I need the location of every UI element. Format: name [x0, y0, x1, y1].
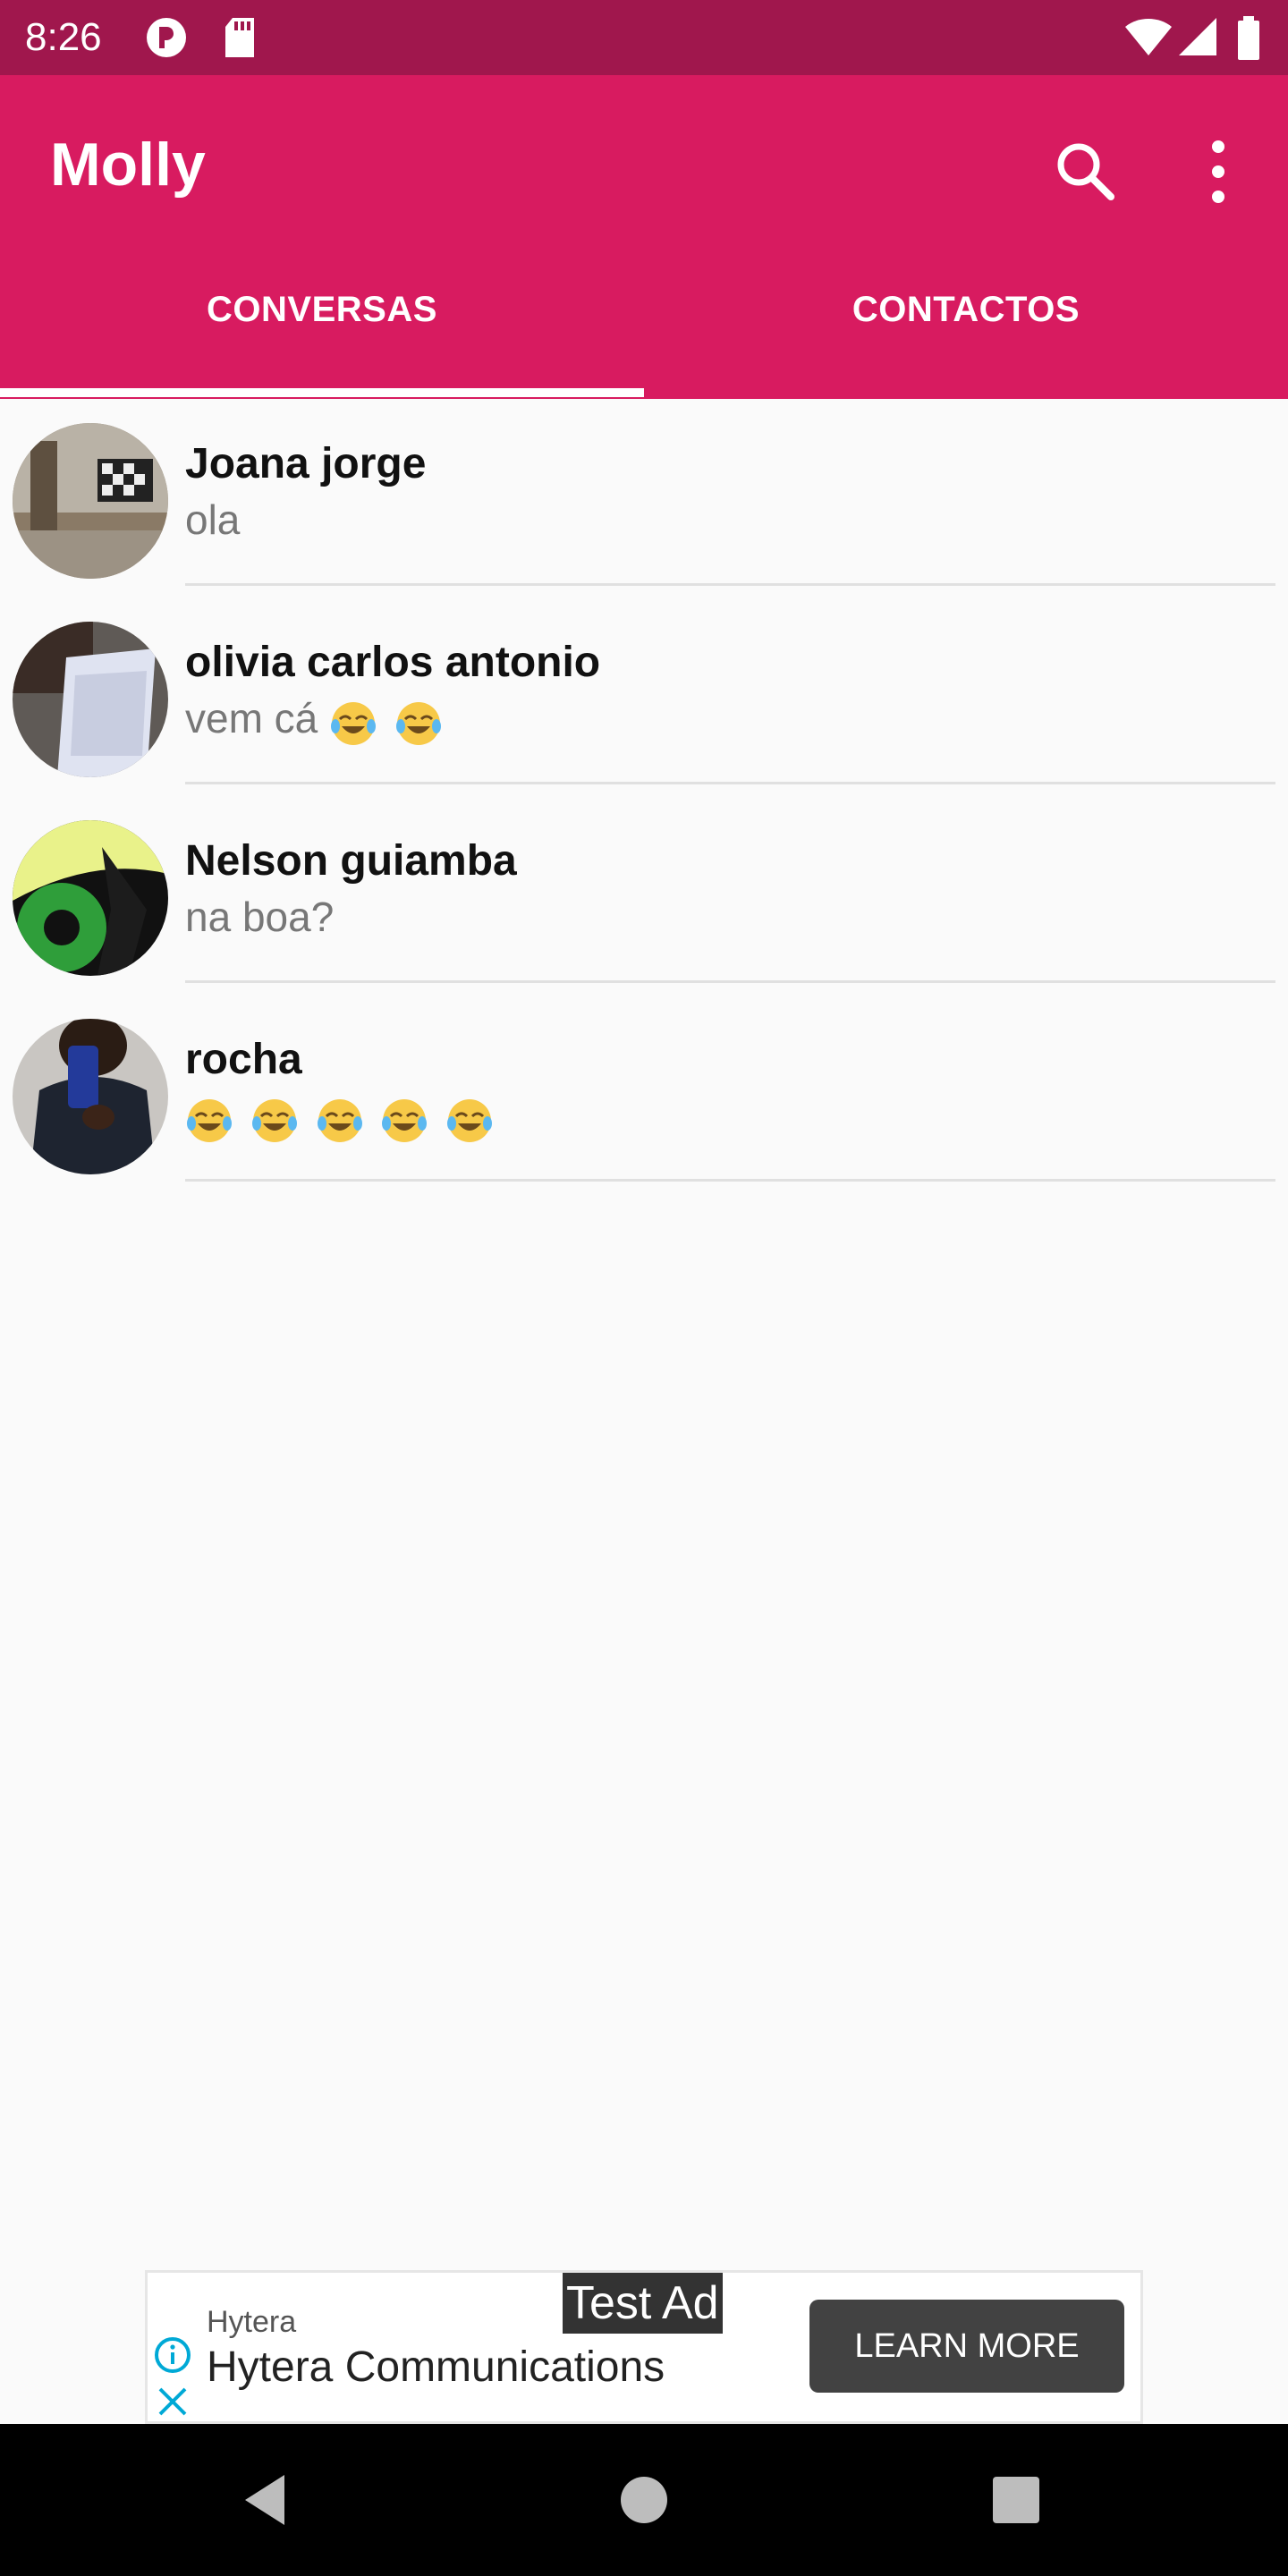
contact-name: olivia carlos antonio [185, 639, 601, 686]
message-preview-text: ola [185, 496, 241, 543]
more-vert-icon [1212, 140, 1224, 203]
wifi-icon [1123, 16, 1174, 64]
conversation-item-rocha[interactable]: rocha [0, 995, 1288, 1193]
ad-sponsor: Hytera [207, 2305, 297, 2339]
contact-name: Nelson guiamba [185, 837, 517, 885]
message-preview-text: vem cá [185, 695, 318, 741]
contact-name: Joana jorge [185, 440, 427, 487]
tab-indicator [0, 388, 644, 397]
emoji-row [185, 1093, 499, 1145]
message-preview: ola [185, 496, 240, 545]
home-button[interactable] [608, 2464, 680, 2536]
tab-contactos[interactable]: CONTACTOS [644, 259, 1288, 360]
ad-banner[interactable]: Test Ad Hytera Hytera Communications LEA… [145, 2270, 1143, 2424]
battery-icon [1236, 16, 1261, 65]
more-options-button[interactable] [1175, 129, 1261, 215]
sd-card-icon [222, 16, 258, 64]
back-icon [245, 2475, 284, 2525]
recents-icon [993, 2477, 1039, 2523]
close-icon[interactable] [153, 2382, 192, 2421]
divider [185, 583, 1275, 586]
emoji-row [329, 696, 448, 748]
search-icon [1057, 143, 1114, 200]
status-bar: 8:26 [0, 0, 1288, 75]
ad-test-label: Test Ad [563, 2273, 723, 2334]
message-preview: na boa? [185, 893, 334, 942]
notification-app-icon [143, 16, 190, 64]
message-preview-text: na boa? [185, 894, 335, 940]
avatar [13, 423, 168, 579]
tears-of-joy-emoji [447, 1098, 493, 1142]
back-button[interactable] [233, 2464, 304, 2536]
navigation-bar [0, 2424, 1288, 2576]
tears-of-joy-emoji [382, 1098, 428, 1142]
ad-title[interactable]: Hytera Communications [207, 2343, 665, 2392]
divider [185, 1179, 1275, 1182]
home-icon [621, 2477, 667, 2523]
app-title: Molly [50, 131, 206, 199]
conversation-item-joana[interactable]: Joana jorge ola [0, 399, 1288, 597]
avatar [13, 622, 168, 777]
tears-of-joy-emoji [395, 701, 441, 745]
divider [185, 782, 1275, 784]
tears-of-joy-emoji [331, 701, 377, 745]
tab-conversas[interactable]: CONVERSAS [0, 259, 644, 360]
avatar [13, 1019, 168, 1174]
recents-button[interactable] [980, 2464, 1052, 2536]
message-preview: vem cá [185, 694, 448, 748]
tears-of-joy-emoji [317, 1098, 362, 1142]
divider [185, 980, 1275, 983]
conversation-item-olivia[interactable]: olivia carlos antonio vem cá [0, 597, 1288, 796]
search-button[interactable] [1043, 129, 1129, 215]
contact-name: rocha [185, 1036, 302, 1083]
conversation-item-nelson[interactable]: Nelson guiamba na boa? [0, 796, 1288, 995]
tears-of-joy-emoji [187, 1098, 232, 1142]
tears-of-joy-emoji [251, 1098, 297, 1142]
status-time: 8:26 [25, 15, 102, 59]
app-bar: Molly CONVERSAS CONTACTOS [0, 75, 1288, 399]
signal-icon [1177, 16, 1220, 64]
info-icon[interactable] [153, 2335, 192, 2379]
learn-more-button[interactable]: LEARN MORE [809, 2300, 1124, 2393]
avatar [13, 820, 168, 976]
message-preview [185, 1091, 499, 1145]
